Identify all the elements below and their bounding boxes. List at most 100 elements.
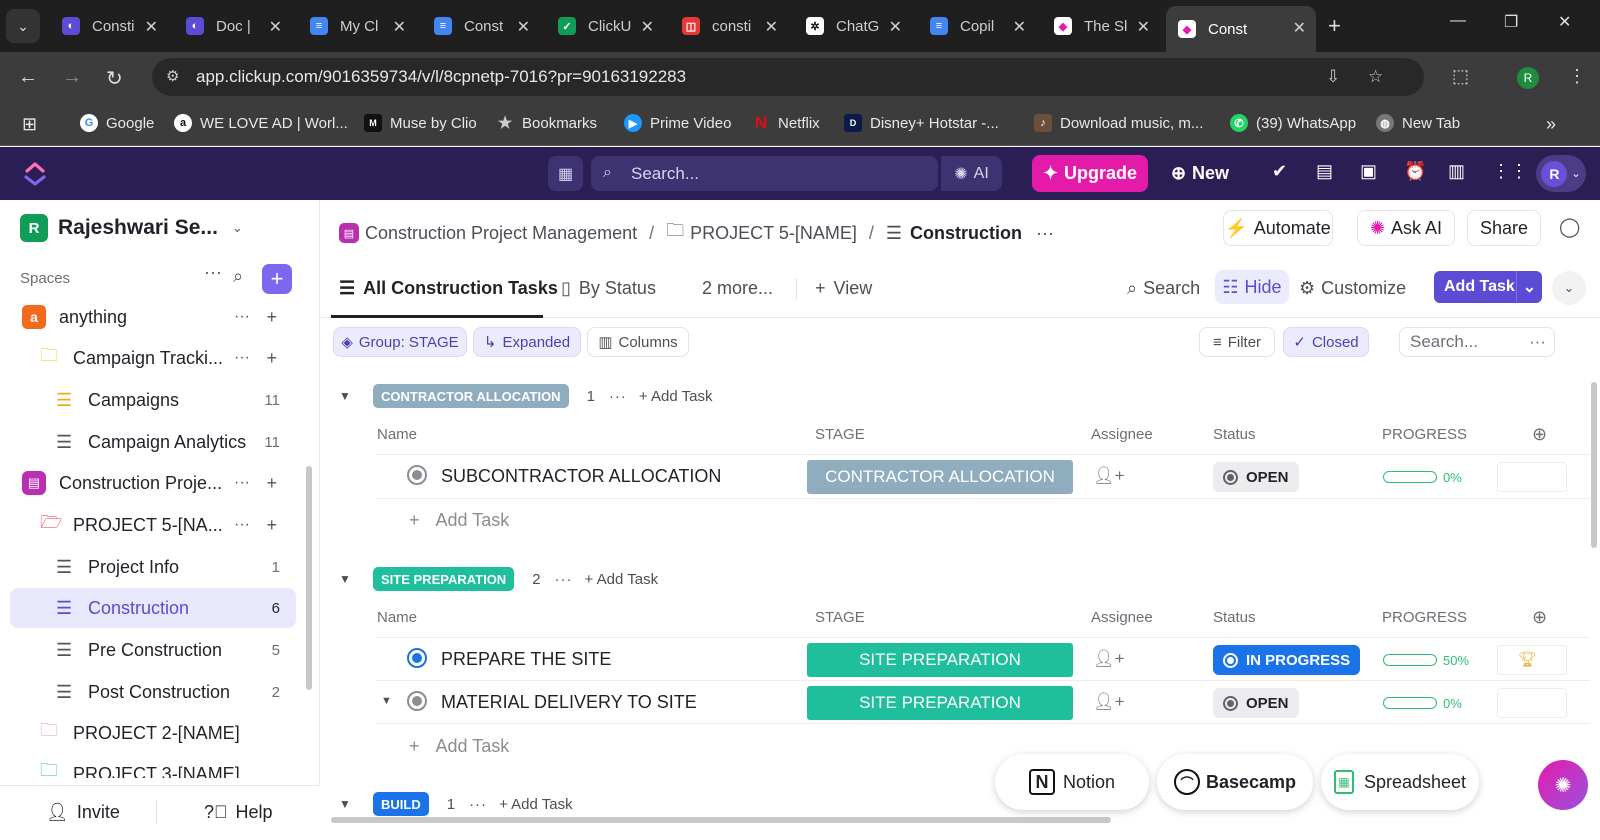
user-menu[interactable]: R ⌄ [1536,155,1586,192]
sidebar-item-construction[interactable]: ☰ Construction 6 [10,588,296,628]
task-name[interactable]: MATERIAL DELIVERY TO SITE [441,692,697,713]
browser-tab[interactable]: ✲ ChatG ✕ [794,8,912,44]
vertical-scrollbar[interactable] [1591,382,1597,548]
stage-badge[interactable]: SITE PREPARATION [807,686,1073,720]
more-options-icon[interactable]: ··· [204,262,222,283]
sidebar-item-anything[interactable]: a anything ··· + [10,297,296,337]
bookmark-folder[interactable]: ★ Bookmarks [496,114,597,133]
ai-button[interactable]: ✺ AI [940,156,1002,191]
task-name[interactable]: PREPARE THE SITE [441,649,611,670]
more-options-icon[interactable]: ··· [234,308,250,326]
new-tab-icon[interactable]: + [1328,13,1341,39]
bookmark-new-tab[interactable]: ◍ New Tab [1376,114,1460,132]
browser-tab[interactable]: ◆ The Sl ✕ [1042,8,1160,44]
more-options-icon[interactable]: ··· [234,474,250,492]
add-assignee-icon[interactable]: 👤︎+ [1093,649,1125,669]
filter-chip[interactable]: ≡ Filter [1199,327,1275,357]
add-task-row[interactable]: + Add Task [409,510,509,531]
more-options-icon[interactable]: ··· [234,516,250,534]
share-button[interactable]: Share [1467,210,1541,246]
plus-icon[interactable]: + [266,473,278,494]
browser-tab[interactable]: ◫ consti ✕ [670,8,788,44]
bookmark-google[interactable]: G Google [80,114,154,132]
close-tab-icon[interactable]: ✕ [517,17,530,37]
bookmark-download-music[interactable]: ♪ Download music, m... [1034,114,1203,132]
clickup-logo-icon[interactable] [22,161,48,187]
bookmark-we-love-ad[interactable]: a WE LOVE AD | Worl... [174,114,348,132]
close-tab-icon[interactable]: ✕ [1013,17,1026,37]
caret-down-icon[interactable]: ▼ [339,389,373,403]
add-space-button[interactable]: + [262,264,292,294]
status-badge[interactable]: IN PROGRESS [1213,645,1361,675]
extra-field-cell[interactable]: 🏆︎ [1497,645,1567,675]
check-circle-icon[interactable]: ✔ [1272,161,1287,182]
sidebar-item-project-2[interactable]: 🗀 PROJECT 2-[NAME] [10,713,296,753]
close-tab-icon[interactable]: ✕ [393,17,406,37]
import-basecamp-button[interactable]: ⌒ Basecamp [1157,754,1313,810]
bookmark-whatsapp[interactable]: ✆ (39) WhatsApp [1230,114,1356,132]
extra-field-cell[interactable] [1497,462,1567,492]
add-assignee-icon[interactable]: 👤︎+ [1093,466,1125,486]
sidebar-item-construction-project[interactable]: ▤ Construction Proje... ··· + [10,463,296,503]
back-icon[interactable]: ← [18,66,38,89]
close-tab-icon[interactable]: ✕ [641,17,654,37]
sidebar-scrollbar[interactable] [306,466,312,690]
ai-assistant-fab[interactable]: ✺ [1538,760,1588,810]
more-options-icon[interactable]: ··· [1036,223,1054,244]
notepad-icon[interactable]: ▤ [1316,161,1333,182]
more-options-icon[interactable]: ··· [609,388,627,405]
breadcrumb-current[interactable]: Construction [910,223,1022,244]
add-view-button[interactable]: + View [815,278,872,299]
close-tab-icon[interactable]: ✕ [145,17,158,37]
browser-tab[interactable]: ✓ ClickU ✕ [546,8,664,44]
status-badge[interactable]: OPEN [1213,688,1299,718]
closed-chip[interactable]: ✓ Closed [1283,327,1369,357]
bookmark-muse[interactable]: M Muse by Clio [364,114,477,132]
close-tab-icon[interactable]: ✕ [765,17,778,37]
browser-tab[interactable]: ≡ Copil ✕ [918,8,1036,44]
group-add-task[interactable]: + Add Task [639,388,713,405]
add-task-row[interactable]: + Add Task [409,736,509,757]
workspace-switcher[interactable]: R Rajeshwari Se... ⌄ [20,214,243,242]
horizontal-scrollbar[interactable] [331,817,1111,823]
caret-down-icon[interactable]: ▼ [381,695,392,707]
task-search-input[interactable]: Search... ··· [1399,327,1555,357]
status-circle-icon[interactable] [407,465,427,485]
more-options-icon[interactable]: ··· [234,349,250,367]
browser-tab[interactable]: ◐ Consti ✕ [50,8,168,44]
extra-field-cell[interactable] [1497,688,1567,718]
sidebar-item-campaign-analytics[interactable]: ☰ Campaign Analytics 11 [10,422,296,462]
sidebar-item-pre-construction[interactable]: ☰ Pre Construction 5 [10,630,296,670]
import-notion-button[interactable]: N Notion [995,754,1149,810]
import-spreadsheet-button[interactable]: ▦ Spreadsheet [1321,754,1479,810]
plus-icon[interactable]: + [266,348,278,369]
collapse-toolbar-button[interactable]: ⌄ [1552,271,1586,305]
expanded-chip[interactable]: ↳ Expanded [473,327,581,357]
tab-more-views[interactable]: 2 more... [702,278,773,299]
bookmark-star-icon[interactable]: ☆ [1368,67,1383,87]
automate-button[interactable]: ⚡ Automate [1223,210,1333,246]
caret-down-icon[interactable]: ▼ [339,572,373,586]
plus-icon[interactable]: + [266,515,278,536]
sidebar-item-project-3[interactable]: 🗀 PROJECT 3-[NAME] [10,756,296,778]
add-assignee-icon[interactable]: 👤︎+ [1093,692,1125,712]
add-column-icon[interactable]: ⊕ [1532,607,1547,628]
group-add-task[interactable]: + Add Task [585,571,659,588]
help-button[interactable]: ?⃝ Help [204,802,273,823]
more-options-icon[interactable]: ··· [1529,332,1546,352]
more-options-icon[interactable]: ··· [469,796,487,813]
close-tab-icon[interactable]: ✕ [1293,18,1306,38]
browser-menu-icon[interactable]: ⋮ [1568,66,1586,87]
minimize-icon[interactable]: — [1450,12,1466,30]
search-icon[interactable]: ⌕ [233,266,243,287]
bookmark-prime-video[interactable]: ▶ Prime Video [624,114,731,132]
sidebar-item-campaigns[interactable]: ☰ Campaigns 11 [10,380,296,420]
install-app-icon[interactable]: ⇩ [1326,67,1340,87]
restore-icon[interactable]: ❐ [1504,12,1518,32]
close-window-icon[interactable]: ✕ [1558,12,1571,32]
tab-search-dropdown-icon[interactable]: ⌄ [6,9,40,43]
group-by-chip[interactable]: ◈ Group: STAGE [333,327,467,357]
forward-icon[interactable]: → [62,66,82,89]
new-button[interactable]: ⊕ New [1160,155,1240,192]
profile-avatar[interactable]: R [1517,67,1539,89]
